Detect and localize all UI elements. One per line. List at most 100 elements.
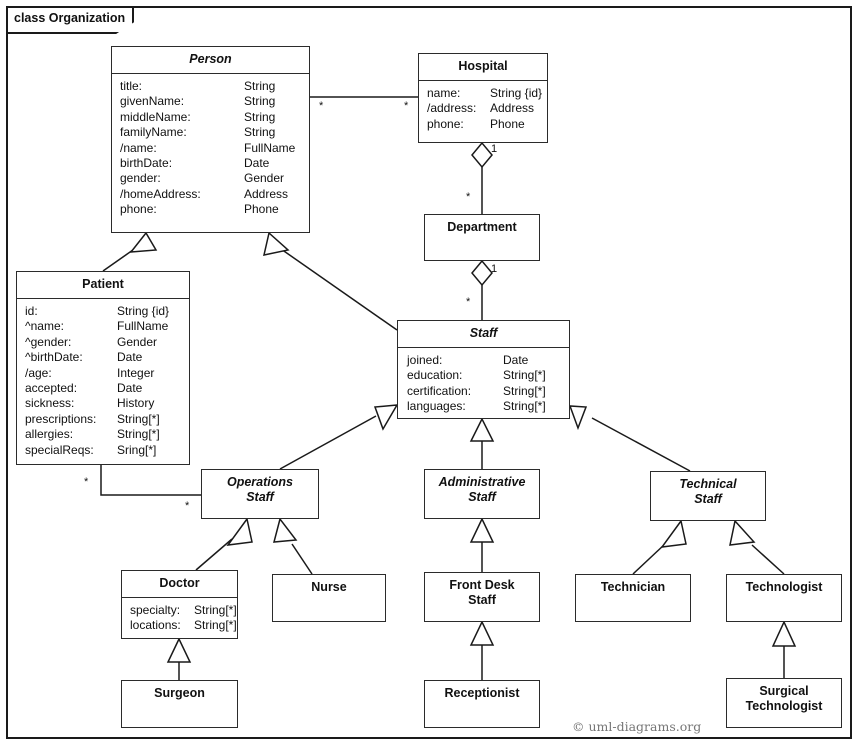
class-box-technologist[interactable]: Technologist <box>726 574 842 622</box>
attribute-row: specialty: String[*] <box>130 603 237 618</box>
copyright-notice: © uml-diagrams.org <box>572 719 702 734</box>
multiplicity-person-hospital-hospital-end: * <box>404 100 409 112</box>
attribute-row: accepted: Date <box>25 381 189 396</box>
class-name-patient: Patient <box>17 272 189 299</box>
class-box-hospital[interactable]: Hospital name: String {id} /address: Address… <box>418 53 548 143</box>
class-box-surgeon[interactable]: Surgeon <box>121 680 238 728</box>
class-name-operations-staff: Operations Staff <box>227 475 293 504</box>
attribute-type: FullName <box>117 319 169 334</box>
class-box-operations-staff[interactable]: Operations Staff <box>201 469 319 519</box>
attribute-type: String <box>244 109 276 124</box>
attribute-name: specialty: <box>130 603 181 617</box>
class-box-technician[interactable]: Technician <box>575 574 691 622</box>
attribute-type: String <box>244 79 276 93</box>
attribute-name: joined: <box>407 353 443 367</box>
attribute-name: phone: <box>120 202 157 217</box>
attribute-row: id: String {id} <box>25 304 189 319</box>
attribute-list-hospital: name: String {id} /address: Address phone: Ph… <box>419 81 547 137</box>
attribute-name: gender: <box>120 171 161 186</box>
attribute-type: Date <box>503 353 529 367</box>
attribute-type: History <box>117 396 155 411</box>
attribute-type: String {id} <box>117 304 170 318</box>
class-name-technologist: Technologist <box>745 580 823 594</box>
attribute-row: /name: FullName <box>120 141 309 156</box>
attribute-list-doctor: specialty: String[*] locations: String[*] <box>122 598 237 639</box>
attribute-type: String[*] <box>117 411 160 426</box>
attribute-name: specialReqs: <box>25 442 94 457</box>
class-name-administrative-staff: Administrative Staff <box>438 475 526 504</box>
attribute-type: Date <box>117 350 143 365</box>
attribute-type: String {id} <box>490 86 543 100</box>
attribute-type: String[*] <box>194 603 237 617</box>
attribute-row: /age: Integer <box>25 366 189 381</box>
attribute-name: certification: <box>407 383 472 398</box>
class-name-department: Department <box>447 220 517 234</box>
attribute-name: phone: <box>427 116 464 131</box>
class-name-person: Person <box>112 47 309 74</box>
class-box-person[interactable]: Person title: String givenName: String middle… <box>111 46 310 233</box>
attribute-name: id: <box>25 304 38 318</box>
class-box-administrative-staff[interactable]: Administrative Staff <box>424 469 540 519</box>
attribute-name: ^birthDate: <box>25 350 83 365</box>
attribute-row: education: String[*] <box>407 368 569 383</box>
attribute-type: String[*] <box>503 399 546 414</box>
attribute-name: /age: <box>25 365 52 380</box>
attribute-name: allergies: <box>25 427 74 442</box>
attribute-name: languages: <box>407 399 466 414</box>
attribute-row: languages: String[*] <box>407 399 569 414</box>
class-name-staff: Staff <box>398 321 569 348</box>
attribute-row: ^gender: Gender <box>25 335 189 350</box>
attribute-type: Date <box>244 156 270 171</box>
attribute-row: birthDate: Date <box>120 156 309 171</box>
class-box-surgical-technologist[interactable]: Surgical Technologist <box>726 678 842 728</box>
attribute-row: gender: Gender <box>120 171 309 186</box>
class-box-receptionist[interactable]: Receptionist <box>424 680 540 728</box>
attribute-name: accepted: <box>25 381 78 396</box>
attribute-row: /homeAddress: Address <box>120 187 309 202</box>
attribute-type: Integer <box>117 365 155 380</box>
attribute-type: Sring[*] <box>117 442 157 457</box>
attribute-name: prescriptions: <box>25 411 97 426</box>
attribute-row: locations: String[*] <box>130 618 237 633</box>
attribute-name: middleName: <box>120 109 191 124</box>
attribute-row: ^name: FullName <box>25 319 189 334</box>
attribute-row: /address: Address <box>427 101 547 116</box>
attribute-name: familyName: <box>120 125 187 140</box>
multiplicity-hospital-department-department-end: * <box>466 191 471 203</box>
attribute-row: ^birthDate: Date <box>25 350 189 365</box>
class-name-surgical-technologist: Surgical Technologist <box>745 684 823 713</box>
attribute-type: Date <box>117 381 143 396</box>
attribute-row: givenName: String <box>120 94 309 109</box>
class-box-department[interactable]: Department <box>424 214 540 261</box>
class-box-doctor[interactable]: Doctor specialty: String[*] locations: Strin… <box>121 570 238 639</box>
class-name-front-desk-staff: Front Desk Staff <box>449 578 515 607</box>
attribute-list-person: title: String givenName: String middleName: S… <box>112 74 309 223</box>
attribute-type: String[*] <box>503 368 546 383</box>
multiplicity-person-hospital-person-end: * <box>319 100 324 112</box>
uml-class-diagram: class Organization Person title: String … <box>0 0 860 747</box>
multiplicity-department-staff-department-end: 1 <box>491 263 498 275</box>
attribute-name: givenName: <box>120 94 185 109</box>
multiplicity-patient-operations-patient-end: * <box>84 476 89 488</box>
attribute-row: joined: Date <box>407 353 569 368</box>
attribute-name: locations: <box>130 618 181 633</box>
class-box-front-desk-staff[interactable]: Front Desk Staff <box>424 572 540 622</box>
attribute-name: birthDate: <box>120 156 173 171</box>
class-box-technical-staff[interactable]: Technical Staff <box>650 471 766 521</box>
attribute-type: Phone <box>244 202 279 217</box>
class-box-staff[interactable]: Staff joined: Date education: String[*] certi… <box>397 320 570 419</box>
class-box-nurse[interactable]: Nurse <box>272 574 386 622</box>
class-name-doctor: Doctor <box>122 571 237 598</box>
class-name-technician: Technician <box>600 580 666 594</box>
attribute-row: phone: Phone <box>120 202 309 217</box>
attribute-row: familyName: String <box>120 125 309 140</box>
attribute-row: middleName: String <box>120 110 309 125</box>
class-name-receptionist: Receptionist <box>444 686 520 700</box>
multiplicity-hospital-department-hospital-end: 1 <box>491 143 498 155</box>
attribute-type: Gender <box>117 334 158 349</box>
class-box-patient[interactable]: Patient id: String {id} ^name: FullName ^gend… <box>16 271 190 465</box>
attribute-type: Address <box>244 186 289 201</box>
attribute-name: education: <box>407 368 463 383</box>
multiplicity-department-staff-staff-end: * <box>466 296 471 308</box>
attribute-type: String[*] <box>117 427 160 442</box>
